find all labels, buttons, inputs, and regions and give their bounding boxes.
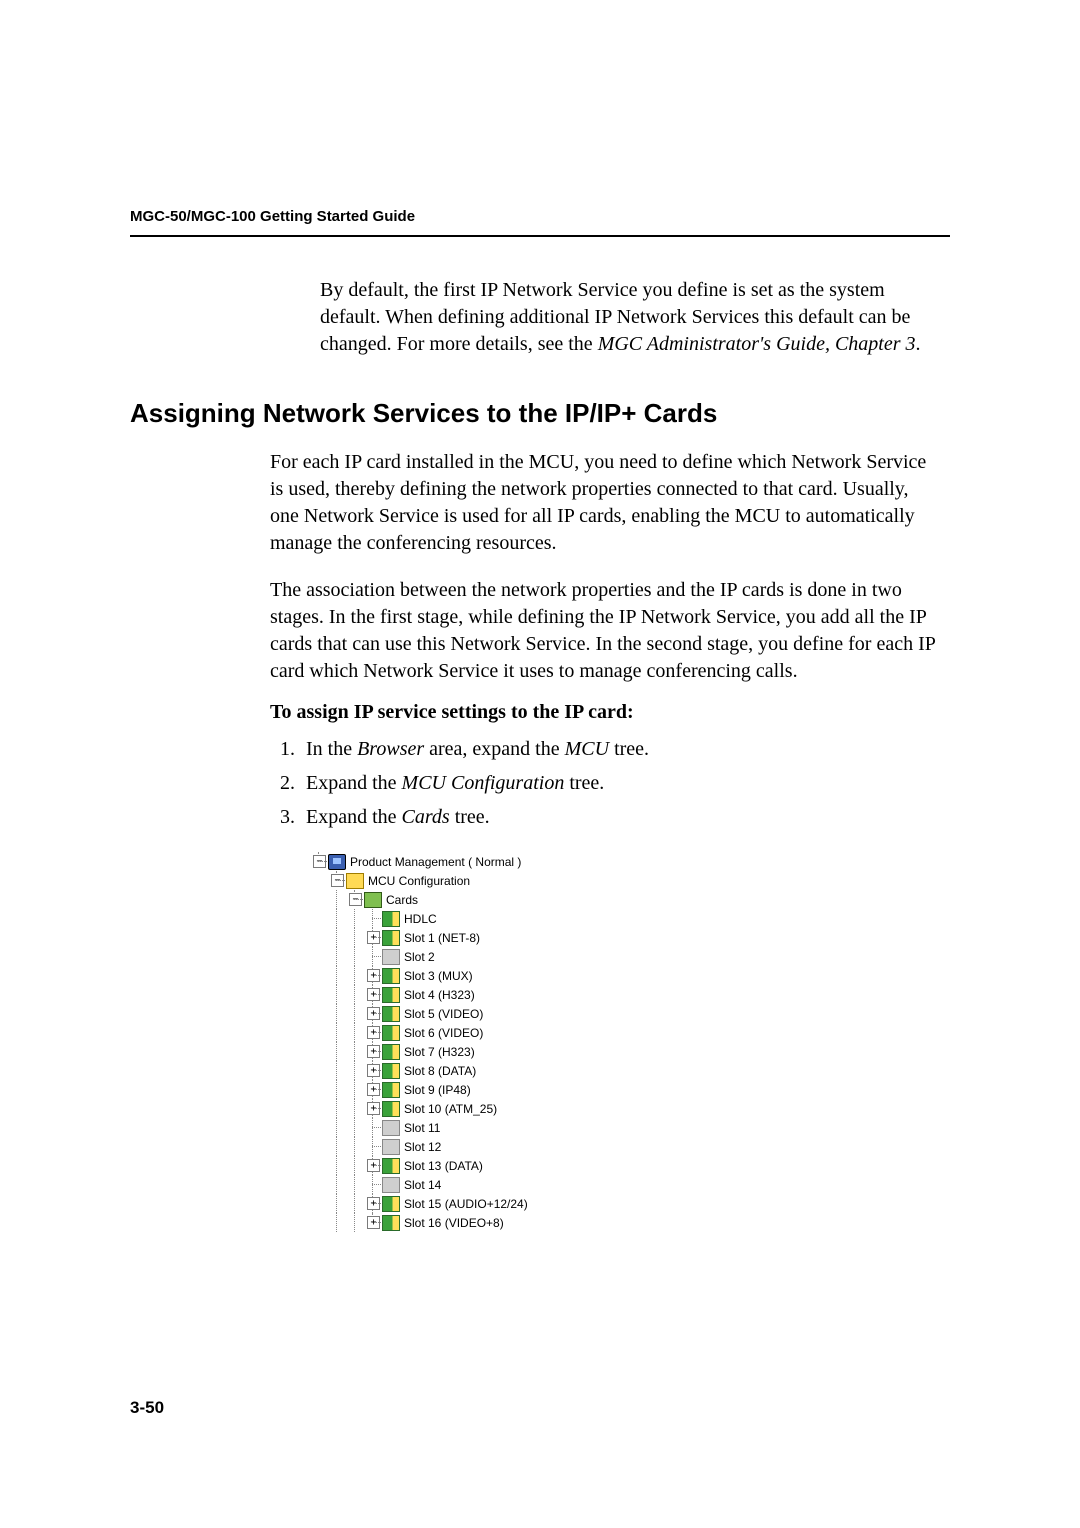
- tree-item[interactable]: + Slot 4 (H323): [310, 985, 950, 1004]
- card-icon: [382, 930, 400, 946]
- tree-root[interactable]: − Product Management ( Normal ): [310, 852, 950, 871]
- tree-item-label: Slot 10 (ATM_25): [404, 1102, 497, 1116]
- card-icon: [382, 1063, 400, 1079]
- config-icon: [346, 873, 364, 889]
- card-icon: [382, 911, 400, 927]
- tree-view[interactable]: − Product Management ( Normal ) − MCU Co…: [310, 852, 950, 1232]
- expander-icon[interactable]: +: [367, 1083, 380, 1096]
- section-para-2: The association between the network prop…: [270, 577, 940, 685]
- expander-icon[interactable]: +: [367, 1026, 380, 1039]
- section-heading: Assigning Network Services to the IP/IP+…: [130, 398, 950, 429]
- card-icon: [382, 1006, 400, 1022]
- tree-item-label: Slot 12: [404, 1140, 441, 1154]
- expander-icon[interactable]: −: [313, 855, 326, 868]
- step-1: In the Browser area, expand the MCU tree…: [300, 734, 940, 764]
- tree-item[interactable]: HDLC: [310, 909, 950, 928]
- intro-text-italic: MGC Administrator's Guide, Chapter 3: [598, 333, 916, 355]
- tree-config[interactable]: − MCU Configuration: [310, 871, 950, 890]
- tree-item[interactable]: + Slot 9 (IP48): [310, 1080, 950, 1099]
- empty-slot-icon: [382, 1120, 400, 1136]
- empty-slot-icon: [382, 1177, 400, 1193]
- tree-item-label: Slot 1 (NET-8): [404, 931, 480, 945]
- section-para-1: For each IP card installed in the MCU, y…: [270, 449, 940, 557]
- tree-item-label: Slot 4 (H323): [404, 988, 475, 1002]
- expander-icon[interactable]: +: [367, 1159, 380, 1172]
- empty-slot-icon: [382, 949, 400, 965]
- running-header: MGC-50/MGC-100 Getting Started Guide: [130, 208, 950, 225]
- tree-item[interactable]: + Slot 10 (ATM_25): [310, 1099, 950, 1118]
- tree-item[interactable]: Slot 11: [310, 1118, 950, 1137]
- tree-cards-label: Cards: [386, 893, 418, 907]
- tree-item-label: Slot 9 (IP48): [404, 1083, 471, 1097]
- tree-item-label: Slot 5 (VIDEO): [404, 1007, 483, 1021]
- tree-item[interactable]: Slot 12: [310, 1137, 950, 1156]
- expander-icon[interactable]: +: [367, 931, 380, 944]
- cards-icon: [364, 892, 382, 908]
- tree-item-label: Slot 7 (H323): [404, 1045, 475, 1059]
- card-icon: [382, 1101, 400, 1117]
- card-icon: [382, 1158, 400, 1174]
- tree-item[interactable]: + Slot 15 (AUDIO+12/24): [310, 1194, 950, 1213]
- step-3: Expand the Cards tree.: [300, 802, 940, 832]
- header-rule: [130, 235, 950, 237]
- expander-icon[interactable]: +: [367, 1216, 380, 1229]
- procedure-subhead: To assign IP service settings to the IP …: [270, 701, 950, 724]
- card-icon: [382, 968, 400, 984]
- tree-item-label: HDLC: [404, 912, 437, 926]
- tree-item[interactable]: + Slot 5 (VIDEO): [310, 1004, 950, 1023]
- step-2: Expand the MCU Configuration tree.: [300, 768, 940, 798]
- empty-slot-icon: [382, 1139, 400, 1155]
- tree-config-label: MCU Configuration: [368, 874, 470, 888]
- monitor-icon: [328, 854, 346, 870]
- tree-item-label: Slot 8 (DATA): [404, 1064, 476, 1078]
- page-number: 3-50: [130, 1398, 164, 1418]
- tree-item[interactable]: Slot 14: [310, 1175, 950, 1194]
- tree-root-label: Product Management ( Normal ): [350, 855, 521, 869]
- tree-item-label: Slot 2: [404, 950, 435, 964]
- tree-item-label: Slot 13 (DATA): [404, 1159, 483, 1173]
- expander-icon[interactable]: −: [331, 874, 344, 887]
- tree-item-label: Slot 15 (AUDIO+12/24): [404, 1197, 528, 1211]
- expander-icon[interactable]: +: [367, 1197, 380, 1210]
- tree-item-label: Slot 3 (MUX): [404, 969, 473, 983]
- card-icon: [382, 1196, 400, 1212]
- tree-item-label: Slot 14: [404, 1178, 441, 1192]
- tree-item[interactable]: + Slot 3 (MUX): [310, 966, 950, 985]
- tree-item[interactable]: + Slot 6 (VIDEO): [310, 1023, 950, 1042]
- expander-icon[interactable]: +: [367, 969, 380, 982]
- intro-text-c: .: [916, 333, 921, 355]
- expander-icon[interactable]: +: [367, 1064, 380, 1077]
- tree-item-label: Slot 11: [404, 1121, 440, 1135]
- expander-icon[interactable]: +: [367, 1045, 380, 1058]
- expander-icon[interactable]: +: [367, 1102, 380, 1115]
- card-icon: [382, 987, 400, 1003]
- tree-item[interactable]: + Slot 8 (DATA): [310, 1061, 950, 1080]
- tree-item[interactable]: + Slot 1 (NET-8): [310, 928, 950, 947]
- intro-paragraph: By default, the first IP Network Service…: [320, 277, 940, 358]
- tree-item[interactable]: + Slot 13 (DATA): [310, 1156, 950, 1175]
- expander-icon[interactable]: +: [367, 988, 380, 1001]
- tree-item[interactable]: + Slot 16 (VIDEO+8): [310, 1213, 950, 1232]
- tree-item-label: Slot 16 (VIDEO+8): [404, 1216, 504, 1230]
- tree-item[interactable]: + Slot 7 (H323): [310, 1042, 950, 1061]
- tree-item[interactable]: Slot 2: [310, 947, 950, 966]
- card-icon: [382, 1025, 400, 1041]
- expander-icon[interactable]: −: [349, 893, 362, 906]
- card-icon: [382, 1082, 400, 1098]
- card-icon: [382, 1215, 400, 1231]
- tree-cards[interactable]: − Cards: [310, 890, 950, 909]
- card-icon: [382, 1044, 400, 1060]
- expander-icon[interactable]: +: [367, 1007, 380, 1020]
- tree-item-label: Slot 6 (VIDEO): [404, 1026, 483, 1040]
- procedure-steps: In the Browser area, expand the MCU tree…: [270, 734, 940, 832]
